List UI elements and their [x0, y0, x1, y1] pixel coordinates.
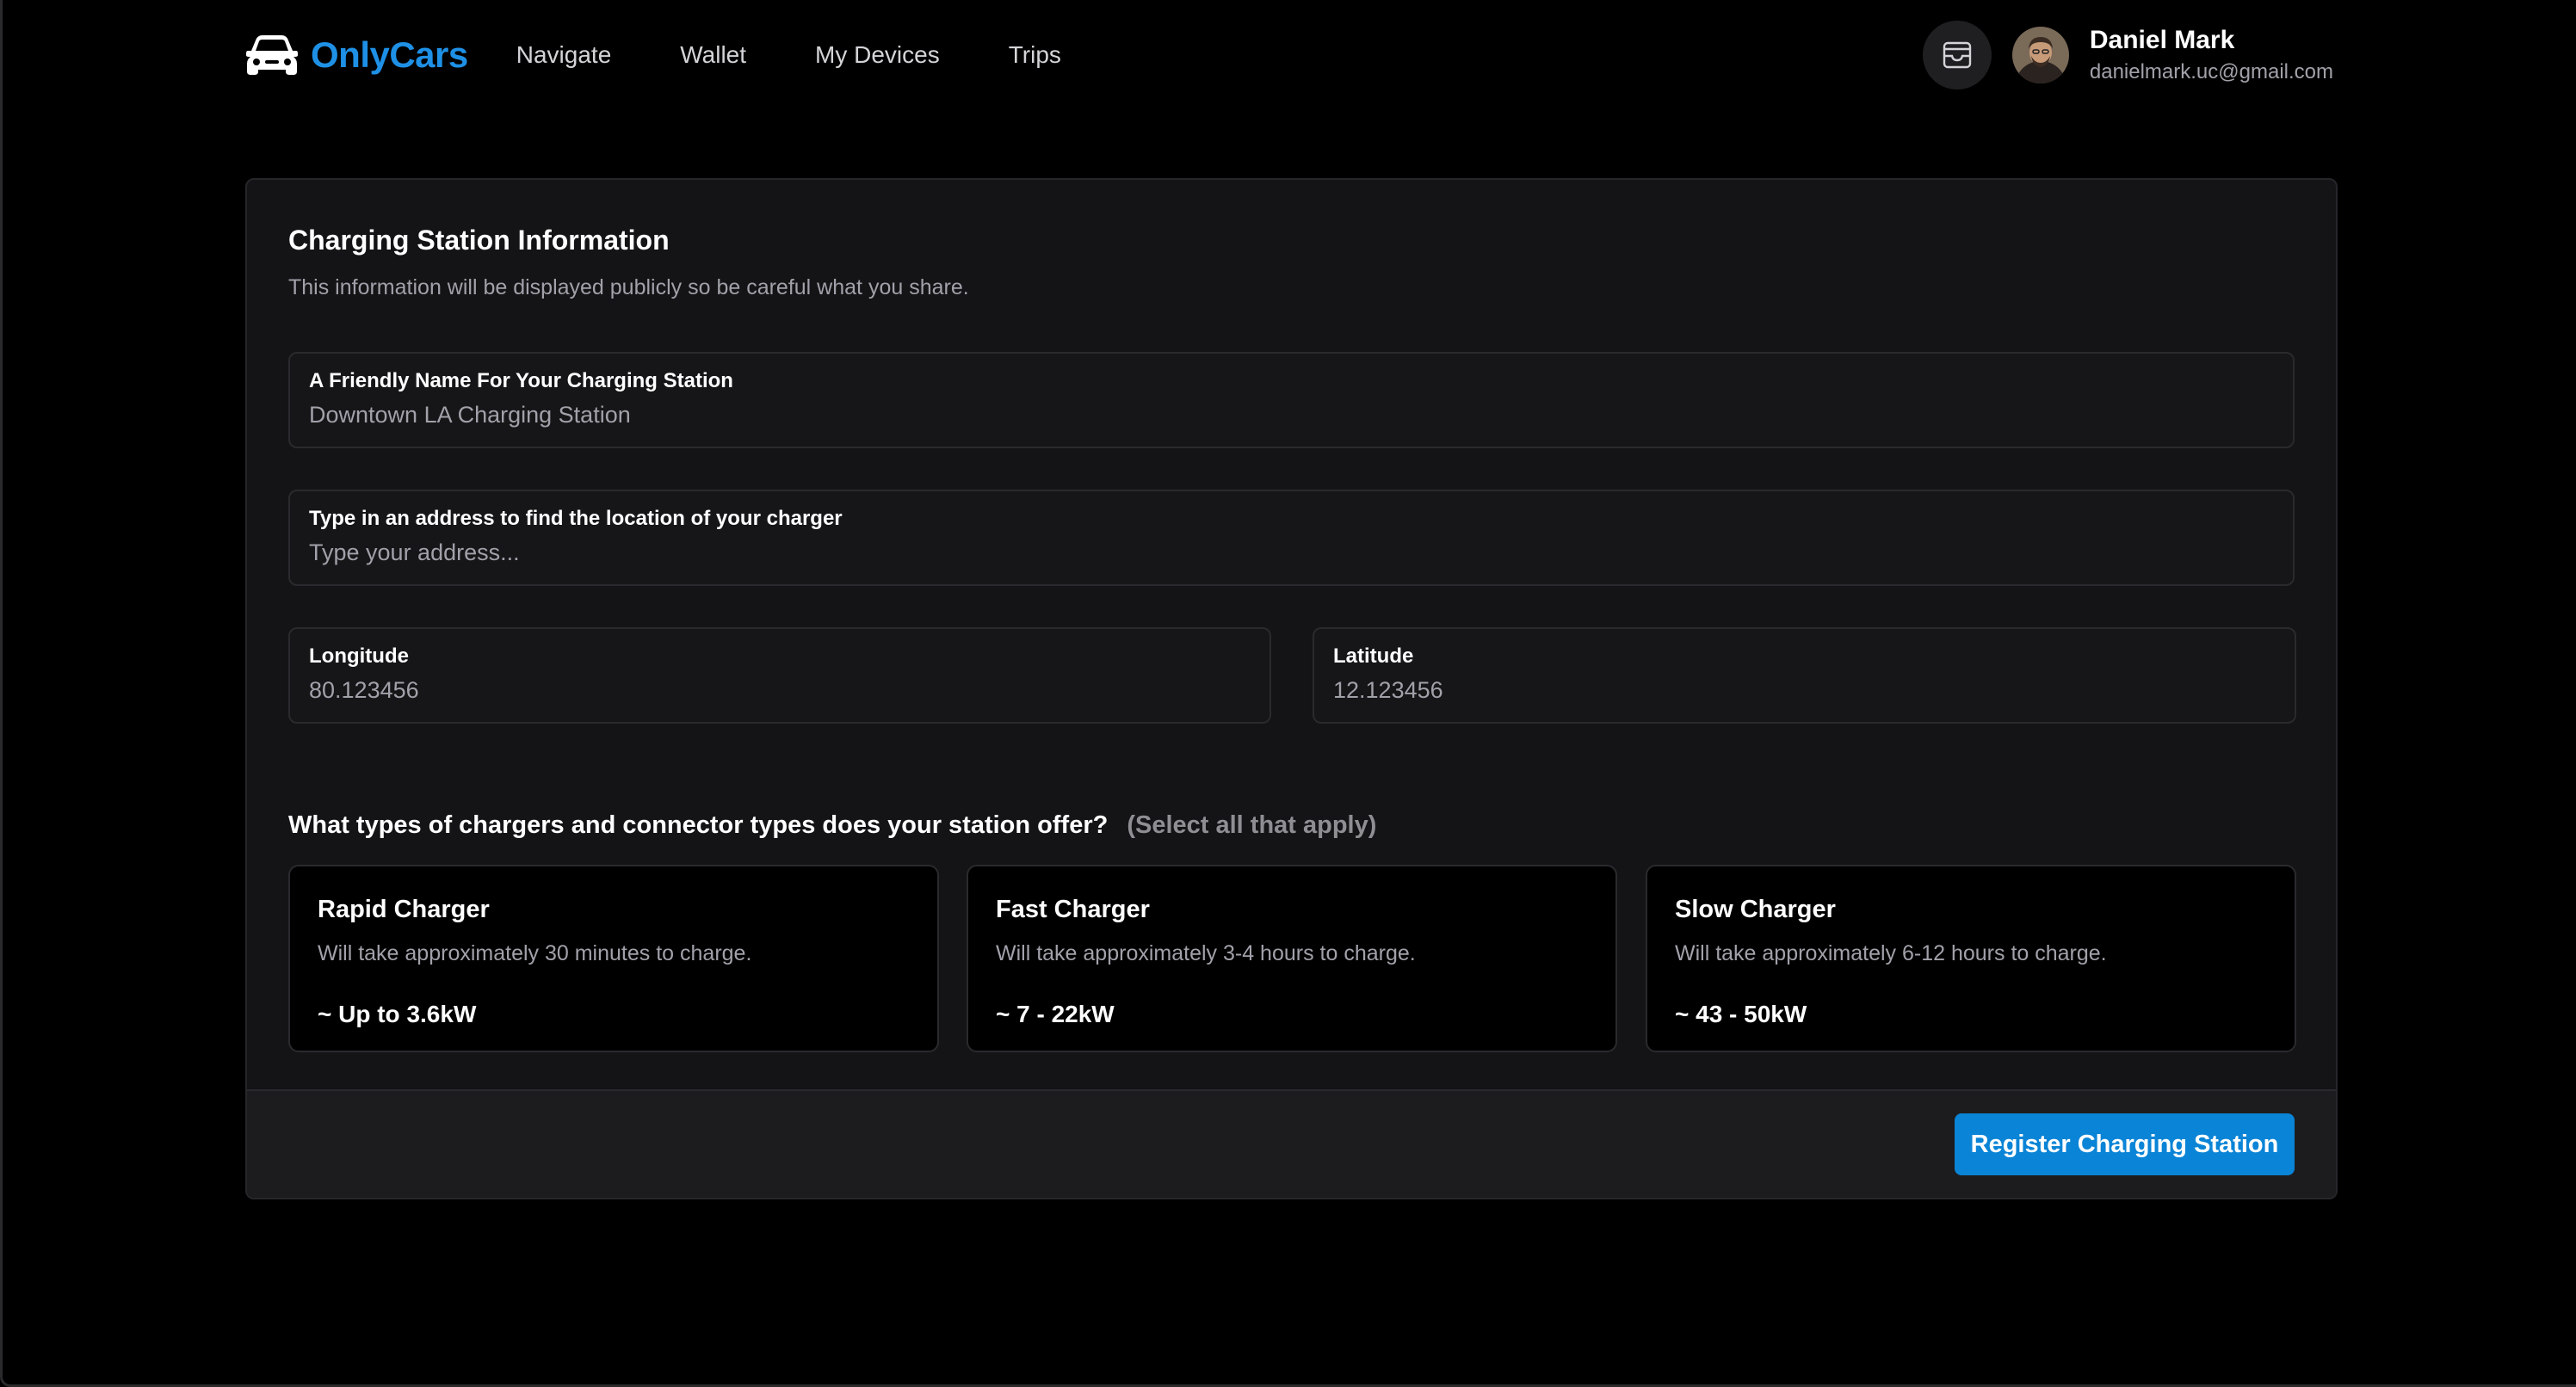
charger-power: ~ Up to 3.6kW: [318, 1001, 477, 1027]
user-email: danielmark.uc@gmail.com: [2089, 60, 2333, 83]
charger-option-fast[interactable]: Fast Charger Will take approximately 3-4…: [967, 865, 1617, 1052]
charger-name: Fast Charger: [996, 896, 1150, 923]
charger-option-rapid[interactable]: Rapid Charger Will take approximately 30…: [288, 865, 939, 1052]
user-name: Daniel Mark: [2089, 26, 2235, 54]
section-description: This information will be displayed publi…: [288, 275, 969, 299]
address-label: Type in an address to find the location …: [309, 507, 843, 530]
form-footer: Register Charging Station: [247, 1089, 2336, 1198]
address-input[interactable]: [309, 539, 2274, 566]
latitude-label: Latitude: [1333, 644, 1414, 668]
main-nav: Navigate Wallet My Devices Trips: [516, 41, 1061, 69]
address-field[interactable]: Type in an address to find the location …: [288, 490, 2295, 586]
station-name-label: A Friendly Name For Your Charging Statio…: [309, 369, 733, 392]
longitude-field[interactable]: Longitude: [288, 627, 1271, 724]
nav-link-my-devices[interactable]: My Devices: [815, 41, 940, 69]
charger-name: Rapid Charger: [318, 896, 490, 923]
charger-types-question: What types of chargers and connector typ…: [288, 811, 1376, 840]
charger-power: ~ 43 - 50kW: [1675, 1001, 1807, 1027]
user-area: Daniel Mark danielmark.uc@gmail.com: [1922, 21, 2333, 89]
section-title: Charging Station Information: [288, 225, 670, 256]
charger-option-slow[interactable]: Slow Charger Will take approximately 6-1…: [1646, 865, 2296, 1052]
latitude-input[interactable]: [1333, 677, 2276, 704]
brand-name: OnlyCars: [311, 34, 468, 75]
charging-station-form-card: Charging Station Information This inform…: [245, 178, 2338, 1199]
top-navbar: OnlyCars Navigate Wallet My Devices Trip…: [245, 21, 2333, 89]
station-name-field[interactable]: A Friendly Name For Your Charging Statio…: [288, 352, 2295, 448]
app-window: OnlyCars Navigate Wallet My Devices Trip…: [0, 0, 2576, 1387]
car-icon: [246, 35, 298, 75]
inbox-button[interactable]: [1922, 21, 1992, 89]
nav-link-navigate[interactable]: Navigate: [516, 41, 612, 69]
charger-name: Slow Charger: [1675, 896, 1836, 923]
charger-question-text: What types of chargers and connector typ…: [288, 811, 1109, 839]
nav-link-trips[interactable]: Trips: [1009, 41, 1061, 69]
avatar[interactable]: [2011, 27, 2069, 83]
charger-question-hint: (Select all that apply): [1127, 811, 1377, 839]
latitude-field[interactable]: Latitude: [1313, 627, 2296, 724]
register-charging-station-button[interactable]: Register Charging Station: [1955, 1113, 2295, 1175]
charger-description: Will take approximately 6-12 hours to ch…: [1675, 941, 2107, 965]
station-name-input[interactable]: [309, 402, 2274, 428]
brand-logo[interactable]: OnlyCars: [245, 34, 468, 77]
inbox-icon: [1943, 41, 1972, 69]
longitude-input[interactable]: [309, 677, 1251, 704]
longitude-label: Longitude: [309, 644, 409, 668]
nav-link-wallet[interactable]: Wallet: [680, 41, 746, 69]
form-body: Charging Station Information This inform…: [288, 225, 2296, 1052]
charger-description: Will take approximately 3-4 hours to cha…: [996, 941, 1416, 965]
user-info: Daniel Mark danielmark.uc@gmail.com: [2090, 26, 2333, 84]
charger-description: Will take approximately 30 minutes to ch…: [318, 941, 752, 965]
charger-power: ~ 7 - 22kW: [996, 1001, 1115, 1027]
